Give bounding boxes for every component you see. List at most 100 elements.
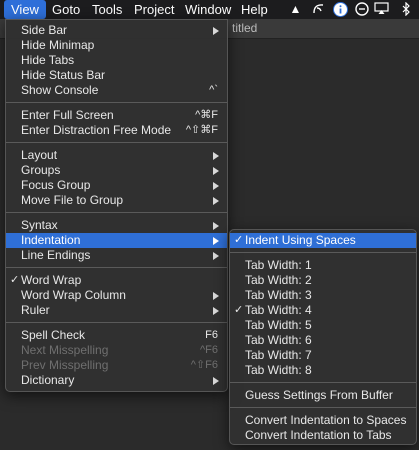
menu-item-shortcut: ^⌘F bbox=[195, 109, 218, 121]
menu-view[interactable]: View bbox=[4, 0, 46, 19]
menu-item-indent-using-spaces[interactable]: ✓ Indent Using Spaces bbox=[230, 233, 416, 248]
menu-item-shortcut: F6 bbox=[205, 329, 218, 341]
checkmark-icon: ✓ bbox=[234, 304, 244, 316]
menu-item-word-wrap[interactable]: ✓ Word Wrap bbox=[6, 273, 227, 288]
menu-item-label: Indent Using Spaces bbox=[245, 233, 356, 247]
chevron-right-icon bbox=[213, 197, 219, 205]
menu-item-label: Ruler bbox=[21, 303, 50, 317]
chevron-right-icon bbox=[213, 167, 219, 175]
menu-item-tab-width-5[interactable]: Tab Width: 5 bbox=[230, 318, 416, 333]
menu-item-label: Tab Width: 3 bbox=[245, 288, 312, 302]
menu-item-label: Tab Width: 4 bbox=[245, 303, 312, 317]
menu-item-tab-width-7[interactable]: Tab Width: 7 bbox=[230, 348, 416, 363]
menu-item-groups[interactable]: Groups bbox=[6, 163, 227, 178]
menu-item-show-console[interactable]: Show Console ^` bbox=[6, 83, 227, 98]
menu-item-word-wrap-column[interactable]: Word Wrap Column bbox=[6, 288, 227, 303]
triangle-icon[interactable]: ▲ bbox=[288, 2, 303, 17]
menu-item-line-endings[interactable]: Line Endings bbox=[6, 248, 227, 263]
menu-separator bbox=[230, 407, 416, 408]
menu-item-shortcut: ^` bbox=[209, 84, 218, 96]
menu-item-convert-to-tabs[interactable]: Convert Indentation to Tabs bbox=[230, 428, 416, 443]
curl-icon[interactable] bbox=[311, 2, 326, 17]
checkmark-icon: ✓ bbox=[10, 274, 20, 286]
menu-item-label: Word Wrap Column bbox=[21, 288, 126, 302]
menu-item-indentation[interactable]: Indentation bbox=[6, 233, 227, 248]
menu-item-tab-width-6[interactable]: Tab Width: 6 bbox=[230, 333, 416, 348]
menu-item-label: Syntax bbox=[21, 218, 58, 232]
menu-item-layout[interactable]: Layout bbox=[6, 148, 227, 163]
menu-item-label: Show Console bbox=[21, 83, 99, 97]
chevron-right-icon bbox=[213, 27, 219, 35]
chevron-right-icon bbox=[213, 182, 219, 190]
menu-item-label: Enter Full Screen bbox=[21, 108, 114, 122]
menu-separator bbox=[6, 267, 227, 268]
menu-item-side-bar[interactable]: Side Bar bbox=[6, 23, 227, 38]
menu-item-enter-full-screen[interactable]: Enter Full Screen ^⌘F bbox=[6, 108, 227, 123]
menu-item-label: Indentation bbox=[21, 233, 81, 247]
menu-separator bbox=[230, 382, 416, 383]
menu-item-tab-width-2[interactable]: Tab Width: 2 bbox=[230, 273, 416, 288]
menu-item-label: Tab Width: 2 bbox=[245, 273, 312, 287]
menu-item-label: Layout bbox=[21, 148, 58, 162]
chevron-right-icon bbox=[213, 252, 219, 260]
menu-item-distraction-free[interactable]: Enter Distraction Free Mode ^⇧⌘F bbox=[6, 123, 227, 138]
menu-item-label: Convert Indentation to Tabs bbox=[245, 428, 392, 442]
menu-item-label: Tab Width: 5 bbox=[245, 318, 312, 332]
menu-window[interactable]: Window bbox=[178, 0, 238, 19]
menu-item-label: Word Wrap bbox=[21, 273, 82, 287]
menu-item-label: Spell Check bbox=[21, 328, 86, 342]
menu-item-focus-group[interactable]: Focus Group bbox=[6, 178, 227, 193]
menu-item-label: Groups bbox=[21, 163, 61, 177]
menu-item-move-file-to-group[interactable]: Move File to Group bbox=[6, 193, 227, 208]
circle-x-icon[interactable] bbox=[354, 2, 369, 17]
menu-item-dictionary[interactable]: Dictionary bbox=[6, 373, 227, 388]
menu-item-label: Focus Group bbox=[21, 178, 91, 192]
menu-item-label: Hide Minimap bbox=[21, 38, 95, 52]
menu-separator bbox=[6, 102, 227, 103]
menu-item-hide-minimap[interactable]: Hide Minimap bbox=[6, 38, 227, 53]
menu-item-spell-check[interactable]: Spell Check F6 bbox=[6, 328, 227, 343]
menu-separator bbox=[6, 322, 227, 323]
menu-item-label: Tab Width: 6 bbox=[245, 333, 312, 347]
menu-item-shortcut: ^⇧⌘F bbox=[185, 124, 218, 136]
menu-item-label: Tab Width: 7 bbox=[245, 348, 312, 362]
menu-item-label: Hide Status Bar bbox=[21, 68, 106, 82]
menu-item-hide-tabs[interactable]: Hide Tabs bbox=[6, 53, 227, 68]
menu-item-label: Tab Width: 1 bbox=[245, 258, 312, 272]
chevron-right-icon bbox=[213, 377, 219, 385]
menu-item-ruler[interactable]: Ruler bbox=[6, 303, 227, 318]
airplay-icon[interactable] bbox=[374, 2, 389, 17]
menu-item-label: Prev Misspelling bbox=[21, 358, 109, 372]
menu-item-next-misspelling: Next Misspelling ^F6 bbox=[6, 343, 227, 358]
menu-item-label: Side Bar bbox=[21, 23, 68, 37]
bluetooth-icon[interactable] bbox=[398, 1, 413, 17]
view-menu-dropdown: Side Bar Hide Minimap Hide Tabs Hide Sta… bbox=[5, 19, 228, 392]
menu-item-shortcut: ^⇧F6 bbox=[190, 359, 218, 371]
menu-item-guess-settings[interactable]: Guess Settings From Buffer bbox=[230, 388, 416, 403]
info-icon[interactable] bbox=[333, 2, 348, 17]
menu-tools[interactable]: Tools bbox=[85, 0, 129, 19]
menu-item-label: Enter Distraction Free Mode bbox=[21, 123, 172, 137]
menu-item-label: Move File to Group bbox=[21, 193, 124, 207]
chevron-right-icon bbox=[213, 307, 219, 315]
menu-separator bbox=[6, 212, 227, 213]
menu-item-label: Next Misspelling bbox=[21, 343, 109, 357]
mac-menu-bar: View Goto Tools Project Window Help ▲ bbox=[0, 0, 419, 20]
menu-item-label: Convert Indentation to Spaces bbox=[245, 413, 407, 427]
menu-item-tab-width-8[interactable]: Tab Width: 8 bbox=[230, 363, 416, 378]
menu-help[interactable]: Help bbox=[234, 0, 275, 19]
menu-project[interactable]: Project bbox=[127, 0, 181, 19]
menu-goto[interactable]: Goto bbox=[45, 0, 87, 19]
chevron-right-icon bbox=[213, 222, 219, 230]
menu-item-syntax[interactable]: Syntax bbox=[6, 218, 227, 233]
checkmark-icon: ✓ bbox=[234, 234, 244, 246]
menu-item-convert-to-spaces[interactable]: Convert Indentation to Spaces bbox=[230, 413, 416, 428]
menu-item-tab-width-3[interactable]: Tab Width: 3 bbox=[230, 288, 416, 303]
window-title: titled bbox=[232, 21, 258, 35]
menu-item-label: Tab Width: 8 bbox=[245, 363, 312, 377]
menu-item-label: Hide Tabs bbox=[21, 53, 75, 67]
menu-separator bbox=[230, 252, 416, 253]
menu-item-tab-width-4[interactable]: ✓ Tab Width: 4 bbox=[230, 303, 416, 318]
menu-item-tab-width-1[interactable]: Tab Width: 1 bbox=[230, 258, 416, 273]
menu-item-hide-status-bar[interactable]: Hide Status Bar bbox=[6, 68, 227, 83]
